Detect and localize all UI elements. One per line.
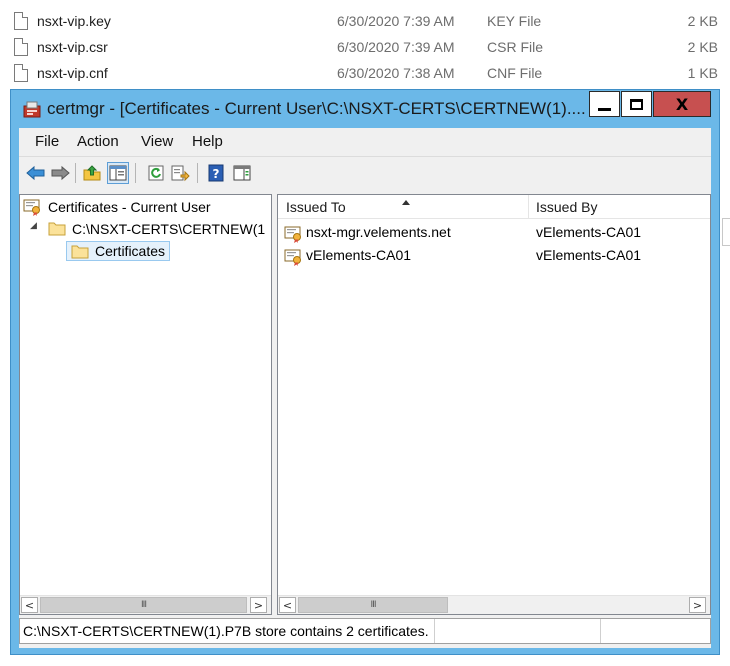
console-tree: Certificates - Current User ◢ C:\NSXT-CE…	[19, 194, 272, 615]
certificate-icon	[284, 226, 301, 243]
file-type: CNF File	[487, 65, 543, 81]
toolbar-separator	[135, 163, 136, 183]
file-row-key[interactable]: nsxt-vip.key 6/30/2020 7:39 AM KEY File …	[0, 8, 730, 34]
certificate-row[interactable]: nsxt-mgr.velements.net vElements-CA01	[278, 221, 710, 244]
menu-file[interactable]: File	[35, 133, 59, 150]
scroll-left-button[interactable]: <	[279, 597, 296, 613]
file-type: KEY File	[487, 13, 542, 29]
minimize-button[interactable]	[589, 91, 620, 117]
certificate-icon	[284, 249, 301, 266]
status-text: C:\NSXT-CERTS\CERTNEW(1).P7B store conta…	[23, 623, 429, 639]
toolbar-separator	[75, 163, 76, 183]
tree-root-label: Certificates - Current User	[48, 199, 211, 215]
file-name: nsxt-vip.key	[37, 13, 111, 29]
certificate-row[interactable]: vElements-CA01 vElements-CA01	[278, 244, 710, 267]
certificate-store-icon	[23, 199, 40, 216]
export-list-button[interactable]	[169, 162, 191, 184]
back-button[interactable]	[25, 162, 47, 184]
menu-help[interactable]: Help	[192, 133, 223, 150]
issued-to-cell: nsxt-mgr.velements.net	[306, 224, 451, 240]
show-hide-tree-icon	[109, 165, 127, 181]
forward-icon	[51, 165, 70, 181]
file-date: 6/30/2020 7:39 AM	[337, 39, 455, 55]
file-size: 2 KB	[687, 13, 718, 29]
list-horizontal-scrollbar[interactable]: < III >	[278, 595, 710, 614]
up-one-level-button[interactable]	[81, 162, 103, 184]
issued-to-cell: vElements-CA01	[306, 247, 412, 263]
certmgr-app-icon	[23, 101, 41, 118]
forward-button[interactable]	[49, 162, 71, 184]
column-issued-by-label: Issued By	[536, 199, 598, 215]
certificate-list: Issued To Issued By nsxt-mgr.velements.n…	[277, 194, 711, 615]
menu-bar: File Action View Help	[19, 128, 711, 156]
file-size: 1 KB	[687, 65, 718, 81]
column-header-issued-by[interactable]: Issued By	[529, 195, 710, 219]
tree-selection-highlight: Certificates	[66, 241, 171, 261]
issued-by-cell: vElements-CA01	[536, 224, 642, 240]
up-folder-icon	[83, 165, 101, 181]
status-bar: C:\NSXT-CERTS\CERTNEW(1).P7B store conta…	[19, 618, 711, 644]
scroll-thumb[interactable]: III	[298, 597, 448, 613]
issued-by-cell: vElements-CA01	[536, 247, 642, 263]
file-row-csr[interactable]: nsxt-vip.csr 6/30/2020 7:39 AM CSR File …	[0, 34, 730, 60]
window-title: certmgr - [Certificates - Current User\C…	[47, 99, 586, 118]
svg-text:?: ?	[213, 167, 220, 181]
action-pane-icon	[233, 165, 251, 181]
tree-node-root[interactable]: Certificates - Current User	[20, 196, 270, 218]
list-header: Issued To Issued By	[278, 195, 710, 219]
scroll-right-button[interactable]: >	[250, 597, 267, 613]
show-hide-tree-button[interactable]	[107, 162, 129, 184]
help-button[interactable]: ?	[205, 162, 227, 184]
tree-node-certificates[interactable]: Certificates	[66, 240, 171, 262]
file-icon	[14, 64, 28, 82]
window-client-area: File Action View Help ? Certificates - C…	[19, 128, 711, 648]
column-issued-to-label: Issued To	[286, 199, 346, 215]
menu-action[interactable]: Action	[77, 133, 119, 150]
column-header-issued-to[interactable]: Issued To	[278, 195, 528, 219]
status-separator	[434, 619, 435, 643]
file-type: CSR File	[487, 39, 544, 55]
folder-icon	[48, 222, 66, 236]
scroll-left-button[interactable]: <	[21, 597, 38, 613]
scroll-thumb[interactable]: III	[40, 597, 247, 613]
minimize-icon	[598, 107, 611, 111]
toolbar-separator	[197, 163, 198, 183]
title-bar[interactable]: certmgr - [Certificates - Current User\C…	[11, 90, 719, 128]
file-date: 6/30/2020 7:39 AM	[337, 13, 455, 29]
menu-view[interactable]: View	[141, 133, 173, 150]
file-date: 6/30/2020 7:38 AM	[337, 65, 455, 81]
sort-ascending-icon	[402, 200, 410, 205]
help-icon: ?	[208, 164, 224, 182]
file-icon	[14, 12, 28, 30]
expand-collapse-icon[interactable]: ◢	[30, 221, 37, 231]
status-separator	[600, 619, 601, 643]
certmgr-window: certmgr - [Certificates - Current User\C…	[10, 89, 720, 655]
file-name: nsxt-vip.cnf	[37, 65, 108, 81]
close-icon: X	[675, 94, 689, 114]
tree-node-store[interactable]: ◢ C:\NSXT-CERTS\CERTNEW(1	[20, 218, 270, 240]
maximize-button[interactable]	[621, 91, 652, 117]
folder-icon	[71, 245, 89, 259]
tree-certificates-label: Certificates	[95, 243, 166, 259]
back-icon	[26, 165, 45, 181]
explorer-file-list: nsxt-vip.key 6/30/2020 7:39 AM KEY File …	[0, 0, 730, 90]
tree-horizontal-scrollbar[interactable]: < III >	[20, 595, 271, 614]
tree-store-label: C:\NSXT-CERTS\CERTNEW(1	[72, 221, 266, 237]
close-button[interactable]: X	[653, 91, 711, 117]
refresh-icon	[148, 165, 164, 181]
export-list-icon	[171, 165, 190, 182]
toolbar: ?	[19, 156, 711, 190]
file-row-cnf[interactable]: nsxt-vip.cnf 6/30/2020 7:38 AM CNF File …	[0, 60, 730, 86]
show-action-pane-button[interactable]	[231, 162, 253, 184]
file-size: 2 KB	[687, 39, 718, 55]
scroll-right-button[interactable]: >	[689, 597, 706, 613]
file-name: nsxt-vip.csr	[37, 39, 108, 55]
refresh-button[interactable]	[145, 162, 167, 184]
background-window-edge	[722, 218, 730, 246]
file-icon	[14, 38, 28, 56]
maximize-icon	[630, 98, 643, 110]
